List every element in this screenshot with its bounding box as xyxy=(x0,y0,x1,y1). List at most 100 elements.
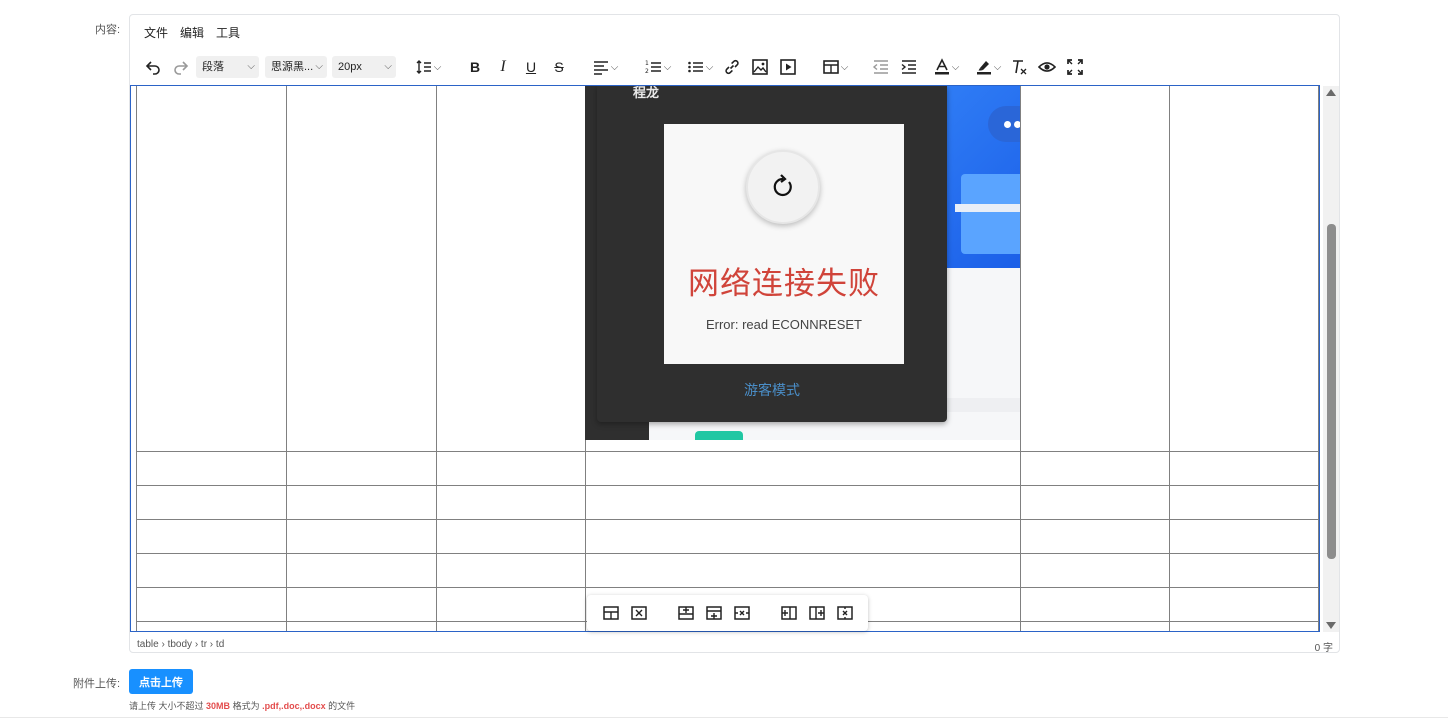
delete-col-icon[interactable] xyxy=(835,603,855,623)
image-icon[interactable] xyxy=(751,54,769,80)
table-properties-icon[interactable] xyxy=(601,603,621,623)
table-cell[interactable] xyxy=(136,519,287,554)
table-cell[interactable] xyxy=(285,553,437,588)
chevron-down-icon: ⌵ xyxy=(610,61,619,73)
table-cell[interactable] xyxy=(1169,621,1319,631)
insert-col-after-icon[interactable] xyxy=(807,603,827,623)
chevron-down-icon: ⌵ xyxy=(993,61,1002,73)
table-cell[interactable] xyxy=(1020,451,1171,486)
attachment-label: 附件上传: xyxy=(73,678,121,690)
table-cell[interactable] xyxy=(1020,519,1171,554)
link-icon[interactable] xyxy=(723,54,741,80)
table-cell[interactable] xyxy=(1169,451,1319,486)
table-cell[interactable] xyxy=(136,451,287,486)
table-cell[interactable] xyxy=(435,621,586,631)
table-cell[interactable] xyxy=(435,519,586,554)
editor-scrollbar[interactable] xyxy=(1323,86,1339,632)
table-cell[interactable] xyxy=(584,485,1022,520)
scroll-up-icon[interactable] xyxy=(1326,89,1336,96)
table-cell[interactable] xyxy=(1169,587,1319,622)
table-cell[interactable] xyxy=(136,621,287,631)
table-cell[interactable] xyxy=(1020,621,1171,631)
outdent-icon[interactable] xyxy=(872,54,890,80)
bottom-divider xyxy=(0,717,1448,718)
chevron-down-icon: ⌵ xyxy=(433,61,442,73)
table-row xyxy=(136,485,1319,520)
table-icon[interactable]: ⌵ xyxy=(818,54,852,80)
preview-icon[interactable] xyxy=(1038,54,1056,80)
table-cell[interactable] xyxy=(1020,485,1171,520)
menu-tools[interactable]: 工具 xyxy=(216,24,240,44)
menu-edit[interactable]: 编辑 xyxy=(180,24,204,44)
insert-row-before-icon[interactable] xyxy=(676,603,696,623)
table-cell[interactable] xyxy=(136,587,287,622)
table-cell[interactable] xyxy=(1169,553,1319,588)
table-cell[interactable] xyxy=(285,86,437,452)
chevron-down-icon: ⌵ xyxy=(951,61,960,73)
table-cell[interactable] xyxy=(285,519,437,554)
table-cell[interactable] xyxy=(136,553,287,588)
table-cell[interactable] xyxy=(435,451,586,486)
error-title: 网络连接失败 xyxy=(688,266,880,302)
strikethrough-icon[interactable]: S xyxy=(550,54,568,80)
element-path[interactable]: table › tbody › tr › td xyxy=(137,639,224,650)
line-height-icon[interactable]: ⌵ xyxy=(412,54,444,80)
embedded-image[interactable]: 程龙 网络连接失败 Error: read ECONNRESET 游客模式 xyxy=(585,86,1020,440)
table-cell[interactable] xyxy=(1169,485,1319,520)
bold-icon[interactable]: B xyxy=(466,54,484,80)
embedded-illustration-stripe xyxy=(955,204,1020,212)
table-cell[interactable] xyxy=(1020,587,1171,622)
text-color-icon[interactable]: ⌵ xyxy=(928,54,964,80)
table-cell[interactable] xyxy=(285,451,437,486)
delete-table-icon[interactable] xyxy=(629,603,649,623)
table-cell[interactable] xyxy=(136,485,287,520)
undo-icon[interactable] xyxy=(144,54,162,80)
clear-format-icon[interactable] xyxy=(1010,54,1028,80)
table-cell[interactable] xyxy=(1169,86,1319,452)
table-cell[interactable] xyxy=(435,587,586,622)
chevron-down-icon: ⌵ xyxy=(247,61,255,72)
bullet-list-icon[interactable]: ⌵ xyxy=(682,54,718,80)
redo-icon[interactable] xyxy=(172,54,190,80)
insert-row-after-icon[interactable] xyxy=(704,603,724,623)
hint-formats: .pdf,.doc,.docx xyxy=(262,701,326,711)
table-cell[interactable] xyxy=(584,519,1022,554)
embedded-illustration xyxy=(961,174,1020,254)
guest-mode-link[interactable]: 游客模式 xyxy=(597,380,947,400)
media-icon[interactable] xyxy=(779,54,797,80)
table-cell[interactable] xyxy=(1020,86,1171,452)
table-cell[interactable] xyxy=(136,86,287,452)
delete-row-icon[interactable] xyxy=(732,603,752,623)
block-format-value: 段落 xyxy=(202,61,224,73)
scrollbar-thumb[interactable] xyxy=(1327,224,1336,559)
table-cell[interactable] xyxy=(285,485,437,520)
table-cell[interactable] xyxy=(285,621,437,631)
italic-icon[interactable]: I xyxy=(494,54,512,80)
table-cell[interactable] xyxy=(584,451,1022,486)
table-cell[interactable] xyxy=(435,86,586,452)
font-size-value: 20px xyxy=(338,61,362,73)
insert-col-before-icon[interactable] xyxy=(779,603,799,623)
chevron-down-icon: ⌵ xyxy=(840,61,849,73)
highlight-color-icon[interactable]: ⌵ xyxy=(970,54,1006,80)
table-cell[interactable] xyxy=(435,485,586,520)
block-format-select[interactable]: 段落 ⌵ xyxy=(196,56,259,78)
font-family-select[interactable]: 思源黑... ⌵ xyxy=(265,56,327,78)
scroll-down-icon[interactable] xyxy=(1326,622,1336,629)
font-size-select[interactable]: 20px ⌵ xyxy=(332,56,396,78)
upload-button[interactable]: 点击上传 xyxy=(129,669,193,694)
fullscreen-icon[interactable] xyxy=(1066,54,1084,80)
reload-icon[interactable] xyxy=(746,150,820,224)
align-icon[interactable]: ⌵ xyxy=(588,54,622,80)
indent-icon[interactable] xyxy=(900,54,918,80)
table-cell[interactable] xyxy=(285,587,437,622)
numbered-list-icon[interactable]: 1 2 ⌵ xyxy=(640,54,676,80)
table-cell[interactable] xyxy=(435,553,586,588)
table-cell[interactable] xyxy=(1020,553,1171,588)
chevron-down-icon: ⌵ xyxy=(705,61,714,73)
chevron-down-icon: ⌵ xyxy=(663,61,672,73)
table-cell[interactable] xyxy=(1169,519,1319,554)
menu-file[interactable]: 文件 xyxy=(144,24,168,44)
table-cell[interactable] xyxy=(584,553,1022,588)
underline-icon[interactable]: U xyxy=(522,54,540,80)
